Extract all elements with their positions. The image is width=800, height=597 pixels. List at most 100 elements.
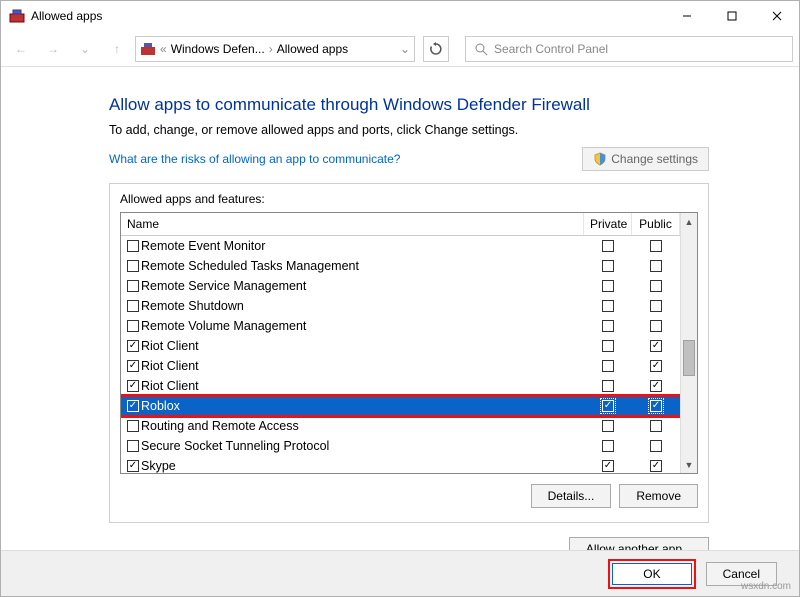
apps-list: Name Private Public Remote Event Monitor… (120, 212, 698, 474)
change-settings-button[interactable]: Change settings (582, 147, 709, 171)
app-name: Routing and Remote Access (141, 419, 299, 433)
checkbox[interactable] (127, 240, 139, 252)
app-name: Riot Client (141, 359, 199, 373)
app-name: Remote Shutdown (141, 299, 244, 313)
col-name[interactable]: Name (121, 213, 584, 235)
chevron-icon: « (160, 42, 167, 56)
table-row[interactable]: Skype (121, 456, 680, 473)
checkbox[interactable] (650, 300, 662, 312)
panel-label: Allowed apps and features: (120, 192, 698, 206)
chevron-down-icon[interactable]: ⌄ (400, 42, 410, 56)
checkbox[interactable] (127, 340, 139, 352)
checkbox[interactable] (602, 400, 614, 412)
table-row[interactable]: Roblox (121, 396, 680, 416)
minimize-button[interactable] (664, 1, 709, 31)
details-button[interactable]: Details... (531, 484, 612, 508)
app-name: Remote Service Management (141, 279, 306, 293)
search-input[interactable]: Search Control Panel (465, 36, 793, 62)
checkbox[interactable] (650, 380, 662, 392)
checkbox[interactable] (650, 460, 662, 472)
checkbox[interactable] (602, 360, 614, 372)
checkbox[interactable] (602, 300, 614, 312)
checkbox[interactable] (650, 420, 662, 432)
checkbox[interactable] (650, 360, 662, 372)
forward-button[interactable]: → (39, 35, 67, 63)
page-title: Allow apps to communicate through Window… (109, 95, 709, 115)
close-button[interactable] (754, 1, 799, 31)
checkbox[interactable] (127, 460, 139, 472)
checkbox[interactable] (127, 420, 139, 432)
firewall-icon (140, 41, 156, 57)
chevron-icon: › (269, 42, 273, 56)
scroll-track[interactable] (681, 230, 697, 456)
search-icon (474, 42, 488, 56)
up-button[interactable]: ↑ (103, 35, 131, 63)
checkbox[interactable] (127, 300, 139, 312)
checkbox[interactable] (127, 280, 139, 292)
table-row[interactable]: Secure Socket Tunneling Protocol (121, 436, 680, 456)
checkbox[interactable] (127, 380, 139, 392)
checkbox[interactable] (602, 240, 614, 252)
col-public[interactable]: Public (632, 213, 680, 235)
table-row[interactable]: Riot Client (121, 356, 680, 376)
window-title: Allowed apps (31, 9, 664, 23)
allow-another-app-button[interactable]: Allow another app... (569, 537, 709, 550)
app-name: Remote Volume Management (141, 319, 306, 333)
checkbox[interactable] (602, 420, 614, 432)
checkbox[interactable] (650, 400, 662, 412)
checkbox[interactable] (650, 440, 662, 452)
checkbox[interactable] (127, 260, 139, 272)
app-name: Remote Scheduled Tasks Management (141, 259, 359, 273)
table-row[interactable]: Remote Shutdown (121, 296, 680, 316)
shield-icon (593, 152, 607, 166)
table-row[interactable]: Remote Scheduled Tasks Management (121, 256, 680, 276)
checkbox[interactable] (127, 360, 139, 372)
checkbox[interactable] (127, 440, 139, 452)
checkbox[interactable] (602, 340, 614, 352)
table-row[interactable]: Riot Client (121, 336, 680, 356)
scroll-up-button[interactable]: ▲ (681, 213, 697, 230)
window: Allowed apps ← → ⌄ ↑ « Windows Defen... … (0, 0, 800, 597)
remove-button[interactable]: Remove (619, 484, 698, 508)
table-row[interactable]: Routing and Remote Access (121, 416, 680, 436)
scrollbar[interactable]: ▲ ▼ (680, 213, 697, 473)
checkbox[interactable] (650, 240, 662, 252)
navbar: ← → ⌄ ↑ « Windows Defen... › Allowed app… (1, 31, 799, 67)
checkbox[interactable] (602, 260, 614, 272)
checkbox[interactable] (602, 280, 614, 292)
table-row[interactable]: Remote Service Management (121, 276, 680, 296)
maximize-button[interactable] (709, 1, 754, 31)
allowed-apps-panel: Allowed apps and features: Name Private … (109, 183, 709, 523)
app-name: Secure Socket Tunneling Protocol (141, 439, 329, 453)
back-button[interactable]: ← (7, 35, 35, 63)
scroll-down-button[interactable]: ▼ (681, 456, 697, 473)
table-row[interactable]: Remote Volume Management (121, 316, 680, 336)
checkbox[interactable] (650, 280, 662, 292)
page-subtitle: To add, change, or remove allowed apps a… (109, 123, 709, 137)
scroll-thumb[interactable] (683, 340, 695, 376)
checkbox[interactable] (650, 340, 662, 352)
app-name: Riot Client (141, 339, 199, 353)
risks-link[interactable]: What are the risks of allowing an app to… (109, 152, 400, 166)
footer: OK Cancel (1, 550, 799, 596)
recent-dropdown[interactable]: ⌄ (71, 35, 99, 63)
refresh-button[interactable] (423, 36, 449, 62)
table-row[interactable]: Remote Event Monitor (121, 236, 680, 256)
breadcrumb[interactable]: Allowed apps (277, 42, 348, 56)
checkbox[interactable] (650, 260, 662, 272)
checkbox[interactable] (602, 380, 614, 392)
checkbox[interactable] (602, 440, 614, 452)
app-name: Remote Event Monitor (141, 239, 265, 253)
table-row[interactable]: Riot Client (121, 376, 680, 396)
checkbox[interactable] (602, 320, 614, 332)
breadcrumb[interactable]: Windows Defen... (171, 42, 265, 56)
ok-button[interactable]: OK (612, 563, 691, 585)
address-bar[interactable]: « Windows Defen... › Allowed apps ⌄ (135, 36, 415, 62)
checkbox[interactable] (127, 320, 139, 332)
checkbox[interactable] (602, 460, 614, 472)
col-private[interactable]: Private (584, 213, 632, 235)
watermark: wsxdn.com (741, 581, 791, 592)
checkbox[interactable] (650, 320, 662, 332)
app-name: Riot Client (141, 379, 199, 393)
checkbox[interactable] (127, 400, 139, 412)
